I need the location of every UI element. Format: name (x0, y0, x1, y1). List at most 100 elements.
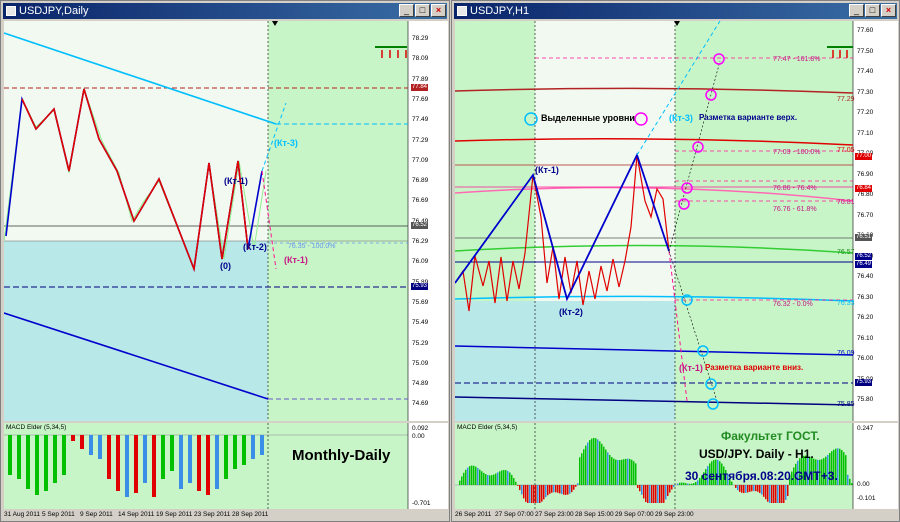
macd-bar (677, 483, 679, 485)
time-axis: 31 Aug 2011 5 Sep 2011 9 Sep 2011 14 Sep 20… (4, 509, 448, 521)
macd-panel[interactable]: MACD Elder (5,34,5) 0.092 0.00 -0.701 Mo… (4, 423, 448, 509)
macd-bar (785, 485, 787, 500)
macd-bar (763, 485, 765, 497)
macd-bar (477, 467, 479, 485)
label-fib-100: 76.35 - 100.0% (288, 243, 336, 250)
macd-bar (641, 485, 643, 495)
macd-svg (4, 423, 448, 509)
macd-bar (511, 474, 513, 485)
macd-bar (463, 472, 465, 485)
fib-label-76: 76.86 - 76.4% (773, 185, 817, 192)
window-titlebar[interactable]: USDJPY,H1 _ □ × (454, 3, 897, 19)
label-kt1-lower: (Кт-1) (679, 363, 703, 373)
price-axis-label: 76.00 (857, 355, 874, 362)
maximize-button[interactable]: □ (865, 4, 880, 17)
price-axis-label: 77.69 (412, 95, 429, 103)
macd-bar (611, 457, 613, 485)
macd-bar (525, 485, 527, 502)
macd-bar (783, 485, 785, 503)
time-axis-label: 29 Sep 07:00 (615, 511, 654, 518)
macd-bar (773, 485, 775, 503)
price-axis-label: 77.10 (857, 129, 874, 137)
chart-window-icon (457, 6, 467, 16)
macd-bar (615, 459, 617, 485)
macd-bar (769, 485, 771, 503)
label-kt1-lower: (Кт-1) (284, 255, 308, 265)
macd-bar (841, 450, 843, 485)
price-axis-label: 77.20 (857, 109, 874, 116)
macd-bar (499, 471, 501, 485)
price-chart[interactable]: Выделенные уровни (Кт-3) Разметка вариан… (455, 21, 898, 421)
time-axis-label: 28 Sep 2011 (232, 511, 269, 518)
label-kt2: (Кт-2) (243, 242, 267, 252)
macd-bar (179, 435, 183, 489)
minimize-button[interactable]: _ (849, 4, 864, 17)
level-label-2: 77.05 (837, 147, 855, 154)
macd-bar (242, 435, 246, 465)
macd-bar (591, 438, 593, 485)
macd-bar (645, 485, 647, 503)
macd-bar (655, 485, 657, 503)
time-axis-label: 31 Aug 2011 (4, 511, 41, 518)
price-chart[interactable]: (Кт-1) (Кт-2) (Кт-3) (0) (Кт-1) 76.35 - … (4, 21, 448, 421)
macd-bar (44, 435, 48, 491)
price-axis-label: 75.09 (412, 359, 429, 367)
macd-bar (161, 435, 165, 479)
price-tag-grey: 76.52 (411, 222, 429, 229)
price-axis-label: 75.29 (412, 339, 429, 347)
macd-bar (583, 449, 585, 485)
price-tag-navy: 75.93 (855, 379, 873, 386)
macd-bar (633, 461, 635, 485)
macd-bar (509, 472, 511, 485)
price-axis-label: 75.49 (412, 319, 429, 327)
price-axis-label: 76.80 (857, 191, 874, 198)
macd-bar (667, 485, 669, 496)
price-tag-red2: 76.84 (855, 185, 873, 192)
macd-bar (459, 480, 461, 485)
macd-bar (461, 476, 463, 485)
macd-bar (555, 485, 557, 493)
price-axis-label: 75.80 (857, 396, 874, 403)
macd-bar (17, 435, 21, 479)
macd-panel[interactable]: MACD Elder (5,34,5) 0.247 0.00 -0.101 Фа… (455, 423, 898, 509)
fib-label-161: 77.47 - 161.8% (773, 56, 821, 63)
macd-bar (651, 485, 653, 503)
time-axis-label: 23 Sep 2011 (194, 511, 231, 518)
macd-bar (125, 435, 129, 497)
close-button[interactable]: × (881, 4, 896, 17)
price-axis-label: 74.89 (412, 380, 429, 388)
close-button[interactable]: × (431, 4, 446, 17)
macd-bar (206, 435, 210, 495)
macd-bar (751, 485, 753, 492)
window-titlebar[interactable]: USDJPY,Daily _ □ × (3, 3, 447, 19)
macd-bar (535, 485, 537, 503)
macd-bar (671, 485, 673, 490)
macd-bar (491, 475, 493, 485)
macd-bar (687, 483, 689, 485)
label-zero: (0) (220, 261, 231, 271)
macd-bar (53, 435, 57, 483)
macd-bar (573, 485, 575, 490)
macd-bar (517, 485, 519, 486)
time-axis-label: 27 Sep 23:00 (535, 511, 574, 518)
macd-bar (587, 442, 589, 485)
macd-bar (188, 435, 192, 483)
macd-bar (839, 448, 841, 485)
macd-bar (539, 485, 541, 503)
minimize-button[interactable]: _ (399, 4, 414, 17)
macd-label: MACD Elder (5,34,5) (457, 424, 518, 431)
macd-bar (579, 457, 581, 485)
macd-bar (575, 485, 577, 487)
macd-scale-bottom: -0.701 (412, 500, 431, 507)
macd-bar (681, 482, 683, 485)
footer-line-2: USD/JPY. Daily - H1. (699, 447, 814, 461)
macd-bar (757, 485, 759, 492)
macd-bar (483, 472, 485, 485)
macd-bar (233, 435, 237, 469)
macd-bar (679, 482, 681, 485)
macd-bar (661, 485, 663, 503)
macd-bar (533, 485, 535, 503)
maximize-button[interactable]: □ (415, 4, 430, 17)
macd-bar (519, 485, 521, 491)
macd-bar (551, 485, 553, 493)
